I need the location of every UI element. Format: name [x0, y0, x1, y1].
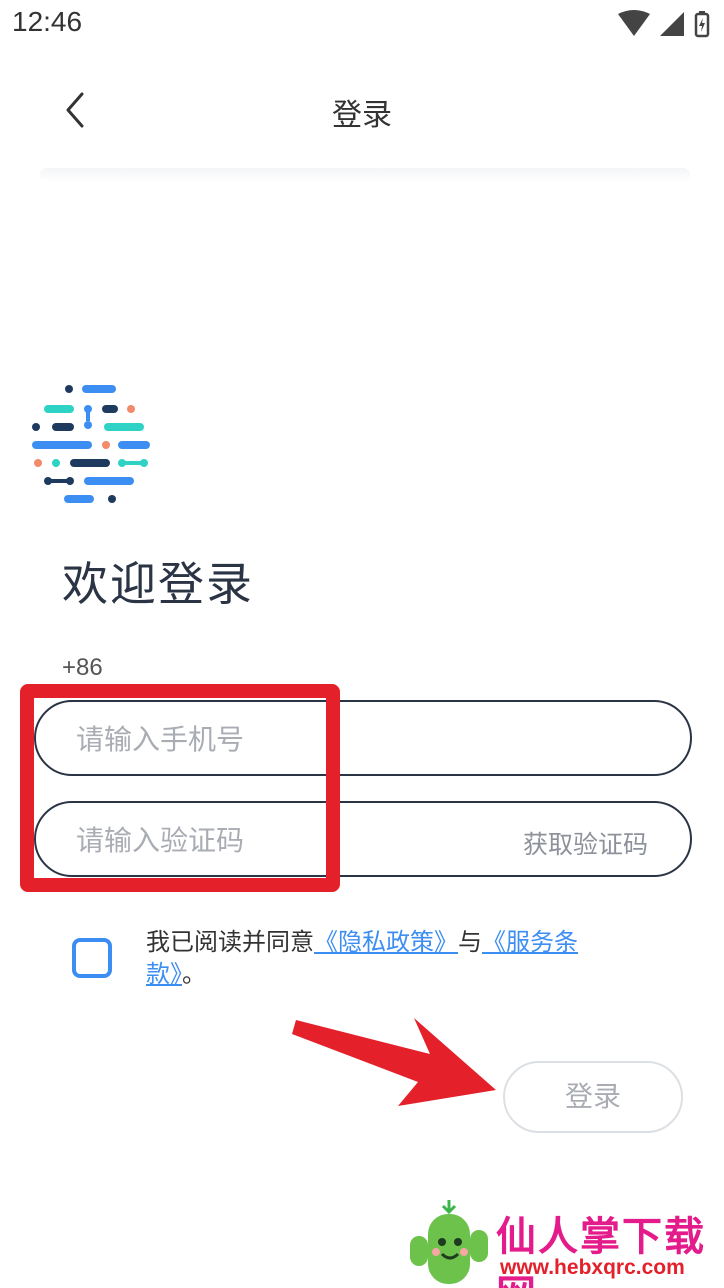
privacy-policy-link[interactable]: 《隐私政策》: [314, 928, 458, 956]
phone-field[interactable]: [34, 700, 692, 776]
wifi-icon: [618, 10, 650, 36]
app-logo: [32, 385, 150, 503]
country-code[interactable]: +86: [62, 654, 103, 682]
code-field[interactable]: 获取验证码: [34, 801, 692, 877]
cactus-logo-icon: [410, 1200, 488, 1284]
agreement-suffix: 。: [182, 960, 206, 988]
agreement-checkbox[interactable]: [72, 938, 112, 978]
page-title: 登录: [332, 98, 392, 133]
get-code-button[interactable]: 获取验证码: [523, 825, 648, 861]
nav-bar: 登录: [0, 60, 724, 160]
phone-input[interactable]: [76, 714, 516, 764]
status-icons: [618, 10, 710, 38]
nav-divider: [40, 168, 690, 182]
welcome-heading: 欢迎登录: [62, 557, 254, 611]
agreement-conjunction: 与: [458, 928, 482, 956]
annotation-arrow-icon: [292, 1018, 496, 1106]
signal-icon: [660, 12, 684, 36]
watermark: 仙人掌下载网 www.hebxqrc.com: [400, 1200, 724, 1288]
status-bar: 12:46: [0, 0, 724, 50]
watermark-url: www.hebxqrc.com: [500, 1256, 685, 1279]
verification-code-input[interactable]: [76, 815, 516, 865]
agreement-prefix: 我已阅读并同意: [146, 928, 314, 956]
status-time: 12:46: [12, 6, 83, 37]
login-button[interactable]: 登录: [503, 1061, 683, 1133]
agreement-text: 我已阅读并同意《隐私政策》与《服务条款》。: [146, 926, 626, 990]
